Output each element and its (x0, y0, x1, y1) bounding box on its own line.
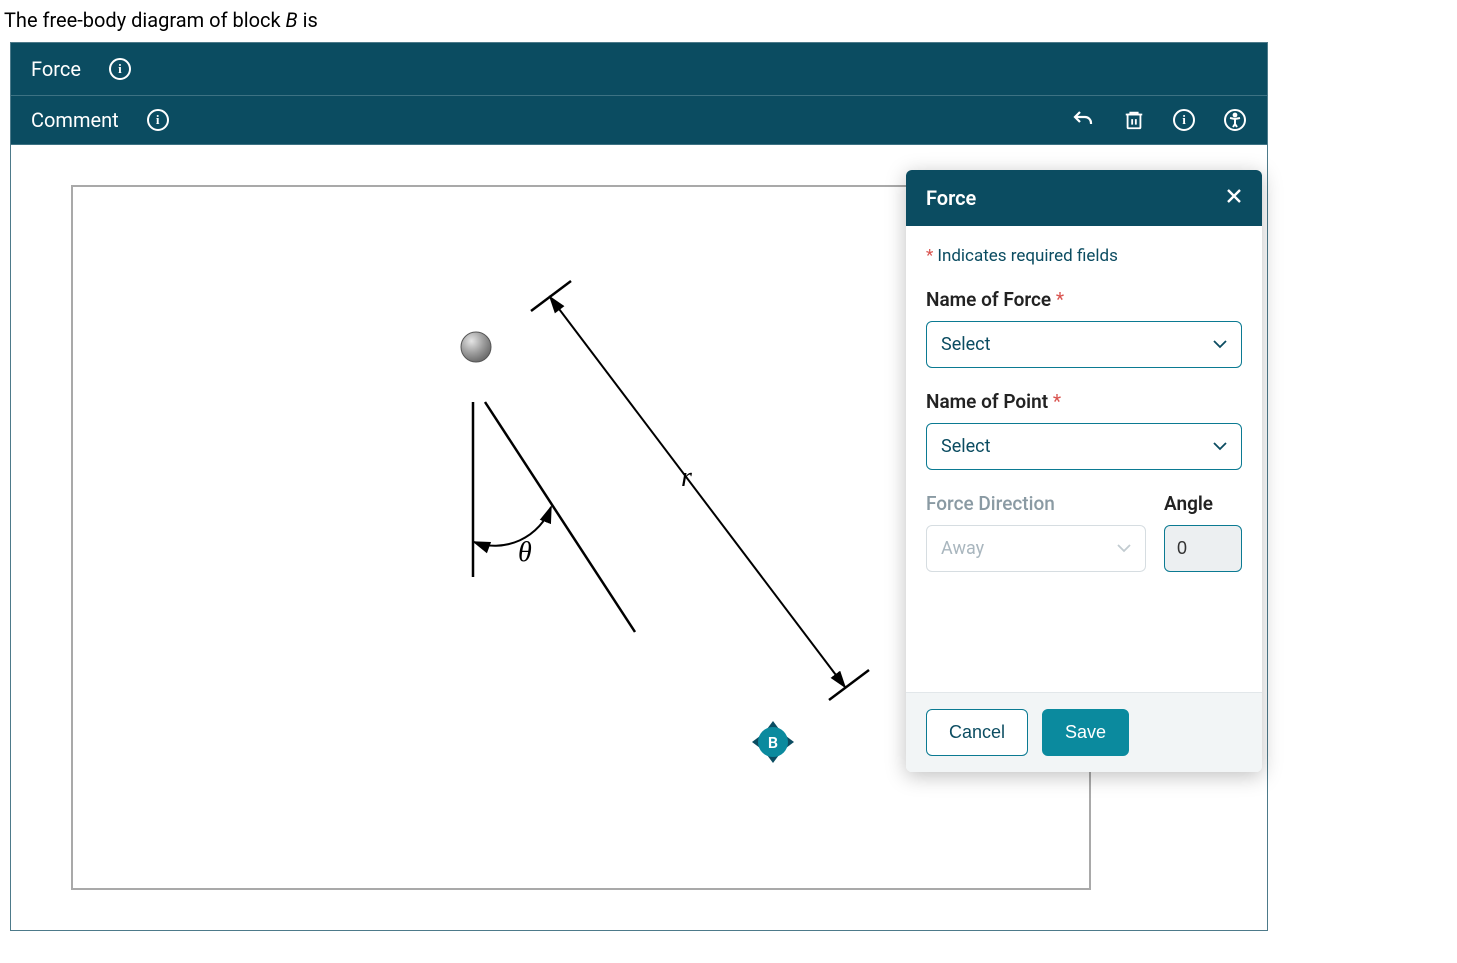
comment-bar-label[interactable]: Comment (31, 108, 119, 132)
force-bar-label: Force (31, 57, 81, 81)
undo-icon[interactable] (1071, 108, 1095, 132)
name-of-point-label: Name of Point * (926, 390, 1242, 413)
chevron-down-icon (1213, 439, 1227, 455)
chevron-down-icon (1213, 337, 1227, 353)
angle-input[interactable] (1164, 525, 1242, 572)
theta-label: θ (518, 537, 532, 569)
prompt-pre: The free-body diagram of block (4, 8, 286, 32)
question-prompt: The free-body diagram of block B is (0, 0, 1457, 42)
force-panel-header: Force (906, 170, 1262, 226)
r-label: r (681, 462, 692, 494)
force-direction-label: Force Direction (926, 492, 1146, 515)
canvas-area[interactable]: r θ B Force *In (11, 145, 1267, 930)
force-panel: Force *Indicates required fields Name of… (906, 170, 1262, 772)
close-icon[interactable] (1226, 188, 1242, 209)
prompt-post: is (298, 8, 318, 32)
force-direction-select: Away (926, 525, 1146, 572)
prompt-var: B (286, 8, 298, 32)
comment-bar: Comment i i (11, 96, 1267, 145)
force-panel-body: *Indicates required fields Name of Force… (906, 226, 1262, 692)
name-of-force-select[interactable]: Select (926, 321, 1242, 368)
fbd-tool: Force i Comment i i (10, 42, 1268, 931)
cancel-button[interactable]: Cancel (926, 709, 1028, 756)
chevron-down-icon (1117, 541, 1131, 557)
info-icon[interactable]: i (1173, 109, 1195, 131)
angle-label: Angle (1164, 492, 1242, 515)
name-of-force-label: Name of Force * (926, 288, 1242, 311)
info-icon[interactable]: i (109, 58, 131, 80)
force-panel-title: Force (926, 186, 976, 210)
name-of-point-select[interactable]: Select (926, 423, 1242, 470)
point-b-badge[interactable]: B (758, 727, 788, 757)
trash-icon[interactable] (1123, 108, 1145, 132)
force-panel-footer: Cancel Save (906, 692, 1262, 772)
save-button[interactable]: Save (1042, 709, 1129, 756)
info-icon[interactable]: i (147, 109, 169, 131)
required-note: *Indicates required fields (926, 246, 1242, 266)
accessibility-icon[interactable] (1223, 108, 1247, 132)
force-bar[interactable]: Force i (11, 43, 1267, 96)
